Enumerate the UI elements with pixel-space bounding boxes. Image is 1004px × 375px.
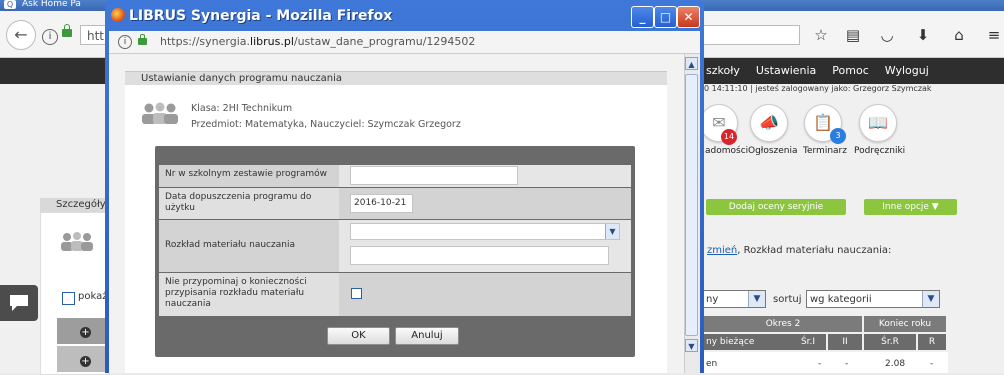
maximize-button[interactable]: □	[654, 6, 677, 28]
messages-badge: 14	[721, 129, 737, 145]
column-header-ii: II	[828, 334, 862, 350]
no-reminder-checkbox[interactable]	[351, 288, 362, 299]
form-cell	[339, 273, 631, 316]
no-reminder-label: Nie przypominaj o konieczności przypisan…	[159, 273, 339, 316]
column-header-current-grades: ny bieżące	[704, 334, 790, 350]
close-button[interactable]: ✕	[677, 6, 700, 28]
url-domain: librus.pl	[250, 35, 294, 48]
scroll-down-icon[interactable]: ▼	[685, 339, 698, 352]
filter-select-value: ny	[706, 294, 719, 305]
class-info: Klasa: 2HI Technikum Przedmiot: Matematy…	[191, 101, 461, 133]
table-row	[704, 352, 948, 373]
lock-icon	[138, 34, 147, 45]
login-status: 0 14:11:10 | jesteś zalogowany jako: Grz…	[704, 84, 932, 93]
chat-icon[interactable]	[0, 285, 38, 321]
distribution-label: Rozkład materiału nauczania	[159, 220, 339, 272]
table-cell: -	[845, 359, 849, 369]
distribution-text: , Rozkład materiału nauczania:	[737, 245, 892, 256]
tile-label-messages[interactable]: adomości	[705, 146, 748, 156]
change-link[interactable]: zmień	[707, 245, 737, 256]
table-cell: -	[818, 359, 822, 369]
megaphone-icon[interactable]: 📣	[750, 104, 788, 142]
menu-item-help[interactable]: Pomoc	[832, 64, 868, 77]
sort-select-value: wg kategorii	[810, 294, 872, 305]
info-icon[interactable]: i	[42, 29, 58, 45]
program-number-label: Nr w szkolnym zestawie programów	[159, 165, 339, 187]
plus-icon[interactable]: +	[80, 356, 91, 367]
tile-label-textbooks[interactable]: Podręczniki	[854, 146, 905, 156]
more-options-button[interactable]: Inne opcje ▼	[864, 199, 957, 215]
year-end-header: Koniec roku	[864, 316, 946, 332]
column-header-avg-1: Śr.I	[790, 334, 826, 350]
pocket-icon[interactable]: ◡	[877, 26, 897, 44]
show-checkbox[interactable]	[62, 292, 75, 305]
subject-line: Przedmiot: Matematyka, Nauczyciel: Szymc…	[191, 119, 461, 130]
approval-date-input[interactable]: 2016-10-21	[350, 194, 413, 213]
url-path: /ustaw_dane_programu/1294502	[293, 35, 476, 48]
scroll-thumb[interactable]	[685, 74, 698, 336]
menu-item-settings[interactable]: Ustawienia	[756, 64, 816, 77]
period-2-header: Okres 2	[704, 316, 862, 332]
home-icon[interactable]: ⌂	[949, 26, 969, 44]
cancel-button[interactable]: Anuluj	[395, 327, 459, 345]
popup-window-title: LIBRUS Synergia - Mozilla Firefox	[129, 8, 393, 24]
add-grades-button[interactable]: Dodaj oceny seryjnie	[706, 199, 846, 215]
librus-menu: szkoły Ustawienia Pomoc Wyloguj	[706, 58, 945, 84]
bookmark-star-icon[interactable]: ☆	[811, 26, 831, 44]
info-icon[interactable]: i	[118, 35, 132, 49]
people-group-icon	[61, 232, 93, 251]
table-cell: -	[930, 359, 934, 369]
plus-icon[interactable]: +	[80, 327, 91, 338]
url-prefix: https://synergia.	[160, 35, 251, 48]
ok-button[interactable]: OK	[327, 327, 390, 345]
table-cell: 2.08	[885, 359, 906, 369]
sort-select[interactable]: wg kategorii ▼	[806, 290, 940, 308]
chevron-down-icon[interactable]: ▼	[922, 291, 939, 307]
class-line: Klasa: 2HI Technikum	[191, 103, 293, 114]
column-header-avg-year: Śr.R	[864, 334, 916, 350]
distribution-text-input[interactable]	[350, 246, 609, 265]
chevron-down-icon[interactable]: ▼	[748, 291, 765, 307]
program-number-input[interactable]	[350, 166, 518, 185]
back-button[interactable]: ←	[6, 20, 36, 50]
lock-icon	[62, 24, 72, 37]
menu-icon[interactable]: ≡	[984, 26, 1004, 44]
background-tab-title[interactable]: Ask Home Pa	[22, 0, 108, 11]
book-icon[interactable]: 📖	[859, 104, 897, 142]
people-group-icon	[142, 102, 178, 124]
chevron-down-icon[interactable]: ▼	[605, 224, 619, 239]
calendar-badge: 3	[830, 128, 846, 144]
section-title: Ustawianie danych programu nauczania	[125, 71, 667, 85]
menu-item-logout[interactable]: Wyloguj	[885, 64, 929, 77]
scroll-up-icon[interactable]: ▲	[685, 57, 698, 70]
tile-label-calendar[interactable]: Terminarz	[803, 146, 847, 156]
popup-url[interactable]: https://synergia.librus.pl/ustaw_dane_pr…	[160, 35, 475, 48]
sort-label: sortuj	[773, 294, 802, 305]
approval-date-label: Data dopuszczenia programu do użytku	[159, 188, 339, 219]
show-label: pokaż	[78, 291, 108, 302]
download-icon[interactable]: ⬇	[913, 26, 933, 44]
program-links: zmień, Rozkład materiału nauczania:	[707, 245, 891, 256]
filter-select[interactable]: ny ▼	[702, 290, 766, 308]
search-icon: Q	[4, 0, 16, 9]
firefox-icon	[111, 8, 125, 22]
tile-label-announcements[interactable]: Ogłoszenia	[748, 146, 798, 156]
distribution-select[interactable]: ▼	[350, 223, 620, 240]
menu-item-schools[interactable]: szkoły	[706, 64, 740, 77]
table-cell: en	[706, 359, 718, 369]
column-header-r: R	[918, 334, 946, 350]
reader-list-icon[interactable]: ▤	[843, 26, 863, 44]
minimize-button[interactable]: _	[631, 6, 654, 28]
